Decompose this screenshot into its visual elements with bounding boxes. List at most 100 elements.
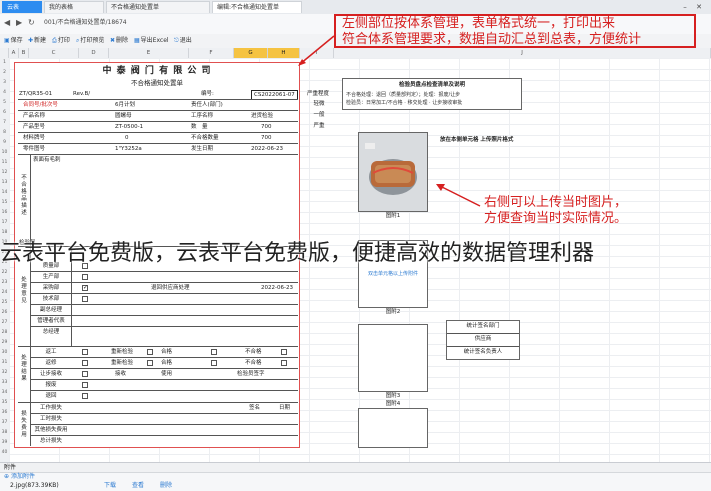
add-attachment-button[interactable]: ⊕ 添加附件 — [4, 473, 35, 481]
view-link[interactable]: 查看 — [132, 482, 144, 490]
column-header-cell[interactable]: F — [189, 48, 234, 58]
checkbox[interactable] — [82, 371, 88, 377]
sign-row[interactable]: 统计签名负责人 — [447, 348, 519, 356]
sign-row[interactable]: 统计签名部门 — [447, 322, 519, 330]
row-header-cell[interactable]: 1 — [0, 60, 9, 65]
severity-level[interactable]: 一般 — [304, 111, 334, 119]
checkbox[interactable] — [82, 296, 88, 302]
exit-button[interactable]: ⎋退出 — [174, 35, 192, 46]
row-header-cell[interactable]: 11 — [0, 160, 9, 165]
download-link[interactable]: 下载 — [104, 482, 116, 490]
tab-nonconform-edit[interactable]: 编辑:不合格通知处置单 — [212, 1, 302, 13]
field-value[interactable]: 1"Y3252a — [115, 145, 142, 153]
save-button[interactable]: ▣保存 — [4, 35, 23, 46]
field-value[interactable]: ZT-0500-1 — [115, 123, 143, 131]
row-header-cell[interactable]: 16 — [0, 210, 9, 215]
back-icon[interactable]: ◀ — [4, 18, 10, 27]
row-header-cell[interactable]: 9 — [0, 140, 9, 145]
close-icon[interactable]: ✕ — [694, 2, 704, 12]
column-header-cell[interactable]: B — [19, 48, 29, 58]
row-header-cell[interactable]: 38 — [0, 430, 9, 435]
row-header-cell[interactable]: 31 — [0, 360, 9, 365]
field-value[interactable]: 进货检验 — [251, 112, 273, 120]
column-header-cell[interactable]: A — [9, 48, 19, 58]
field-value[interactable]: 700 — [261, 134, 272, 142]
row-header-cell[interactable]: 15 — [0, 200, 9, 205]
row-header-cell[interactable]: 17 — [0, 220, 9, 225]
row-header-cell[interactable]: 37 — [0, 420, 9, 425]
row-header-cell[interactable]: 27 — [0, 320, 9, 325]
row-header-cell[interactable]: 18 — [0, 230, 9, 235]
column-header-cell-selected[interactable]: H — [268, 48, 300, 58]
field-value[interactable]: 2022-06-23 — [251, 145, 283, 153]
field-value[interactable]: 700 — [261, 123, 272, 131]
checkbox[interactable] — [147, 349, 153, 355]
column-header-cell[interactable]: D — [79, 48, 109, 58]
row-header-cell[interactable]: 26 — [0, 310, 9, 315]
row-header-cell[interactable]: 2 — [0, 70, 9, 75]
checkbox-checked[interactable]: ✓ — [82, 285, 88, 291]
photo-cell[interactable] — [358, 132, 428, 212]
column-header-cell-selected[interactable]: G — [234, 48, 268, 58]
print-button[interactable]: ⎙打印 — [52, 35, 70, 46]
tab-nonconform-list[interactable]: 不合格通知处置单 — [106, 1, 210, 13]
column-header-cell[interactable]: C — [29, 48, 79, 58]
row-header-cell[interactable]: 24 — [0, 290, 9, 295]
row-header-cell[interactable]: 34 — [0, 390, 9, 395]
corner-cell[interactable] — [0, 48, 9, 58]
forward-icon[interactable]: ▶ — [16, 18, 22, 27]
checkbox[interactable] — [82, 382, 88, 388]
row-header-cell[interactable]: 33 — [0, 380, 9, 385]
checkbox[interactable] — [82, 274, 88, 280]
column-header-cell[interactable]: E — [109, 48, 189, 58]
row-header-cell[interactable]: 6 — [0, 110, 9, 115]
row-header-cell[interactable]: 22 — [0, 270, 9, 275]
row-header-cell[interactable]: 29 — [0, 340, 9, 345]
photo-cell[interactable] — [358, 408, 428, 448]
row-header-cell[interactable]: 8 — [0, 130, 9, 135]
severity-level[interactable]: 严重 — [304, 122, 334, 130]
row-header-cell[interactable]: 30 — [0, 350, 9, 355]
field-value[interactable]: 圆螺母 — [115, 112, 132, 120]
defect-description[interactable]: 表面有毛刺 — [33, 156, 61, 164]
column-header-cell[interactable]: I — [300, 48, 334, 58]
row-header-cell[interactable]: 12 — [0, 170, 9, 175]
row-header-cell[interactable]: 10 — [0, 150, 9, 155]
minimize-icon[interactable]: – — [680, 2, 690, 12]
checkbox[interactable] — [281, 349, 287, 355]
row-header-cell[interactable]: 36 — [0, 410, 9, 415]
row-header-cell[interactable]: 28 — [0, 330, 9, 335]
row-header-cell[interactable]: 5 — [0, 100, 9, 105]
column-header-cell[interactable]: J — [334, 48, 711, 58]
refresh-icon[interactable]: ↻ — [28, 18, 35, 27]
field-value[interactable]: 0 — [125, 134, 129, 142]
checkbox[interactable] — [82, 349, 88, 355]
tab-my-sheets[interactable]: 我的表格 — [44, 1, 104, 13]
export-excel-button[interactable]: ▦导出Excel — [134, 35, 169, 46]
row-header-cell[interactable]: 32 — [0, 370, 9, 375]
row-header-cell[interactable]: 23 — [0, 280, 9, 285]
checkbox[interactable] — [281, 360, 287, 366]
new-button[interactable]: ✚新建 — [28, 35, 46, 46]
row-header-cell[interactable]: 39 — [0, 440, 9, 445]
url-field[interactable]: 001/不合格通知处置单/18674 — [44, 17, 304, 29]
row-header-cell[interactable]: 13 — [0, 180, 9, 185]
row-header-cell[interactable]: 25 — [0, 300, 9, 305]
print-preview-button[interactable]: ⌕打印预览 — [76, 35, 104, 46]
checkbox[interactable] — [147, 360, 153, 366]
row-header-cell[interactable]: 3 — [0, 80, 9, 85]
photo-cell[interactable] — [358, 324, 428, 392]
checkbox[interactable] — [82, 360, 88, 366]
purchase-note[interactable]: 退回供应商处理 — [151, 284, 190, 292]
row-header-cell[interactable]: 35 — [0, 400, 9, 405]
row-header-cell[interactable]: 4 — [0, 90, 9, 95]
field-value[interactable]: 6月计划 — [115, 101, 135, 109]
row-header-cell[interactable]: 40 — [0, 450, 9, 455]
sign-row[interactable]: 供应商 — [447, 335, 519, 343]
tab-app-home[interactable]: 云表 — [2, 1, 42, 13]
purchase-date[interactable]: 2022-06-23 — [261, 284, 293, 292]
row-header-cell[interactable]: 7 — [0, 120, 9, 125]
row-header-cell[interactable]: 14 — [0, 190, 9, 195]
checkbox[interactable] — [211, 360, 217, 366]
checkbox[interactable] — [211, 349, 217, 355]
